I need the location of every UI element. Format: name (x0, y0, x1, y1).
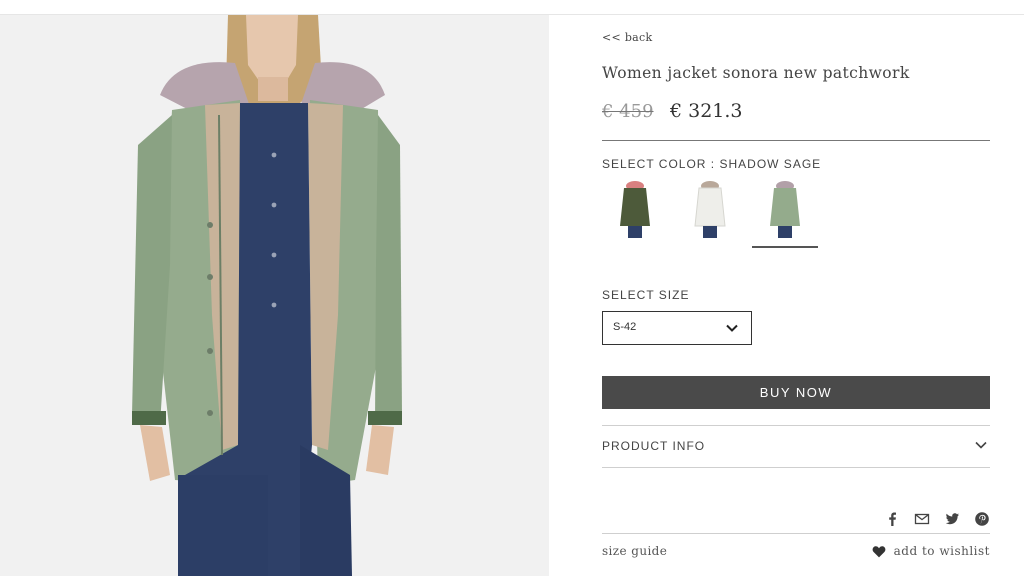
color-swatch-sage[interactable] (752, 178, 818, 248)
back-link[interactable]: << back (602, 31, 652, 44)
twitter-icon[interactable] (944, 511, 960, 527)
price-row: € 459 € 321.3 (602, 100, 743, 122)
footer-divider (602, 533, 990, 534)
size-selected-value: S-42 (613, 321, 637, 333)
product-info-accordion[interactable]: PRODUCT INFO (602, 427, 990, 467)
product-title: Women jacket sonora new patchwork (602, 64, 910, 82)
sage-jacket-thumb-icon (770, 181, 800, 238)
size-dropdown[interactable]: S-42 (602, 311, 752, 345)
info-top-divider (602, 425, 990, 426)
product-image[interactable] (0, 15, 549, 576)
facebook-icon[interactable] (884, 511, 900, 527)
sale-price: € 321.3 (669, 100, 743, 122)
buy-now-button[interactable]: BUY NOW (602, 376, 990, 409)
email-icon[interactable] (914, 511, 930, 527)
original-price: € 459 (602, 101, 654, 122)
price-divider (602, 140, 990, 141)
color-swatches (602, 178, 832, 250)
pinterest-icon[interactable] (974, 511, 990, 527)
product-info-label: PRODUCT INFO (602, 439, 706, 453)
product-photo-parka (0, 15, 549, 576)
color-swatch-olive[interactable] (602, 178, 668, 246)
info-bottom-divider (602, 467, 990, 468)
white-jacket-thumb-icon (694, 181, 726, 238)
color-swatch-white[interactable] (677, 178, 743, 246)
heart-icon (872, 545, 886, 557)
size-guide-link[interactable]: size guide (602, 544, 667, 558)
chevron-down-icon (726, 324, 738, 332)
product-details-panel: << back Women jacket sonora new patchwor… (602, 0, 990, 576)
add-to-wishlist-link[interactable]: add to wishlist (872, 544, 990, 558)
wishlist-label: add to wishlist (893, 544, 990, 558)
share-icons (884, 510, 990, 528)
color-label: SELECT COLOR : SHADOW SAGE (602, 157, 822, 171)
size-label: SELECT SIZE (602, 288, 690, 302)
olive-jacket-thumb-icon (620, 181, 650, 238)
chevron-down-icon (975, 441, 987, 449)
